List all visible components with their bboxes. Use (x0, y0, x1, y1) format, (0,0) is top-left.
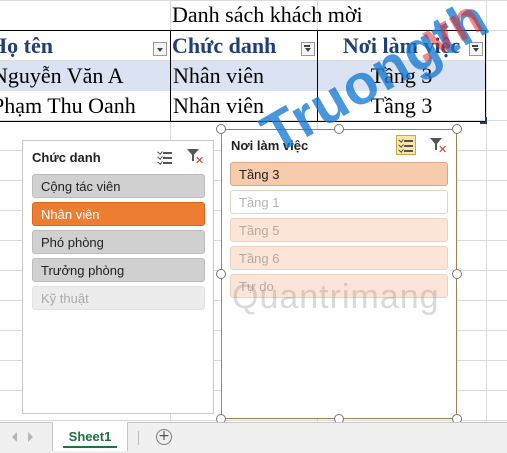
cell-title[interactable]: Nhân viên (171, 91, 317, 121)
resize-handle[interactable] (452, 124, 462, 134)
cell-name[interactable]: Nguyễn Văn A (0, 61, 170, 91)
slicer-item-selected[interactable]: Tầng 3 (230, 162, 448, 186)
slicer-title: Chức danh (32, 150, 101, 165)
table-resize-handle[interactable] (480, 117, 487, 124)
slicer-title: Nơi làm việc (231, 138, 309, 153)
resize-handle[interactable] (452, 269, 462, 279)
filter-dropdown-icon[interactable] (153, 42, 167, 56)
sheet-title: Danh sách khách mời (172, 2, 363, 27)
sheet-tab-bar: Sheet1 + (0, 422, 507, 453)
cell-title[interactable]: Nhân viên (171, 61, 317, 91)
multi-select-icon[interactable] (396, 135, 416, 155)
header-noi-lam-viec[interactable]: Nơi làm việc (318, 31, 485, 61)
slicer-item[interactable]: Cộng tác viên (32, 174, 205, 198)
slicer-noi-lam-viec[interactable]: Nơi làm việc ✕ Tầng 3 Tầng 1 Tầng 5 Tầng… (221, 129, 457, 419)
slicer-item-no-data[interactable]: Tầng 1 (230, 190, 448, 214)
scroll-right-icon[interactable] (28, 432, 33, 442)
add-sheet-icon[interactable]: + (156, 429, 172, 445)
slicer-item[interactable]: Phó phòng (32, 230, 205, 254)
slicer-item-no-data[interactable]: Kỹ thuật (32, 286, 205, 310)
filter-active-icon[interactable] (469, 42, 483, 56)
slicer-item-no-data[interactable]: Tự do (230, 274, 448, 298)
cell-workplace[interactable]: Tầng 3 (318, 91, 485, 121)
slicer-item-no-data[interactable]: Tầng 6 (230, 246, 448, 270)
slicer-item[interactable]: Trưởng phòng (32, 258, 205, 282)
header-chuc-danh[interactable]: Chức danh (172, 31, 317, 61)
sheet-tab-sheet1[interactable]: Sheet1 (52, 422, 128, 451)
header-ho-ten[interactable]: Họ tên (0, 31, 170, 61)
slicer-chuc-danh[interactable]: Chức danh ✕ Cộng tác viên Nhân viên Phó … (22, 140, 214, 414)
clear-filter-icon[interactable]: ✕ (185, 147, 204, 166)
slicer-item-no-data[interactable]: Tầng 5 (230, 218, 448, 242)
multi-select-icon[interactable] (155, 147, 173, 165)
cell-workplace[interactable]: Tầng 3 (318, 61, 485, 91)
resize-handle[interactable] (334, 124, 344, 134)
scroll-left-icon[interactable] (12, 432, 17, 442)
resize-handle[interactable] (216, 269, 226, 279)
filter-active-icon[interactable] (301, 42, 315, 56)
cell-name[interactable]: Phạm Thu Oanh (0, 91, 170, 121)
slicer-item-selected[interactable]: Nhân viên (32, 202, 205, 226)
resize-handle[interactable] (216, 124, 226, 134)
clear-filter-icon[interactable]: ✕ (428, 136, 447, 155)
